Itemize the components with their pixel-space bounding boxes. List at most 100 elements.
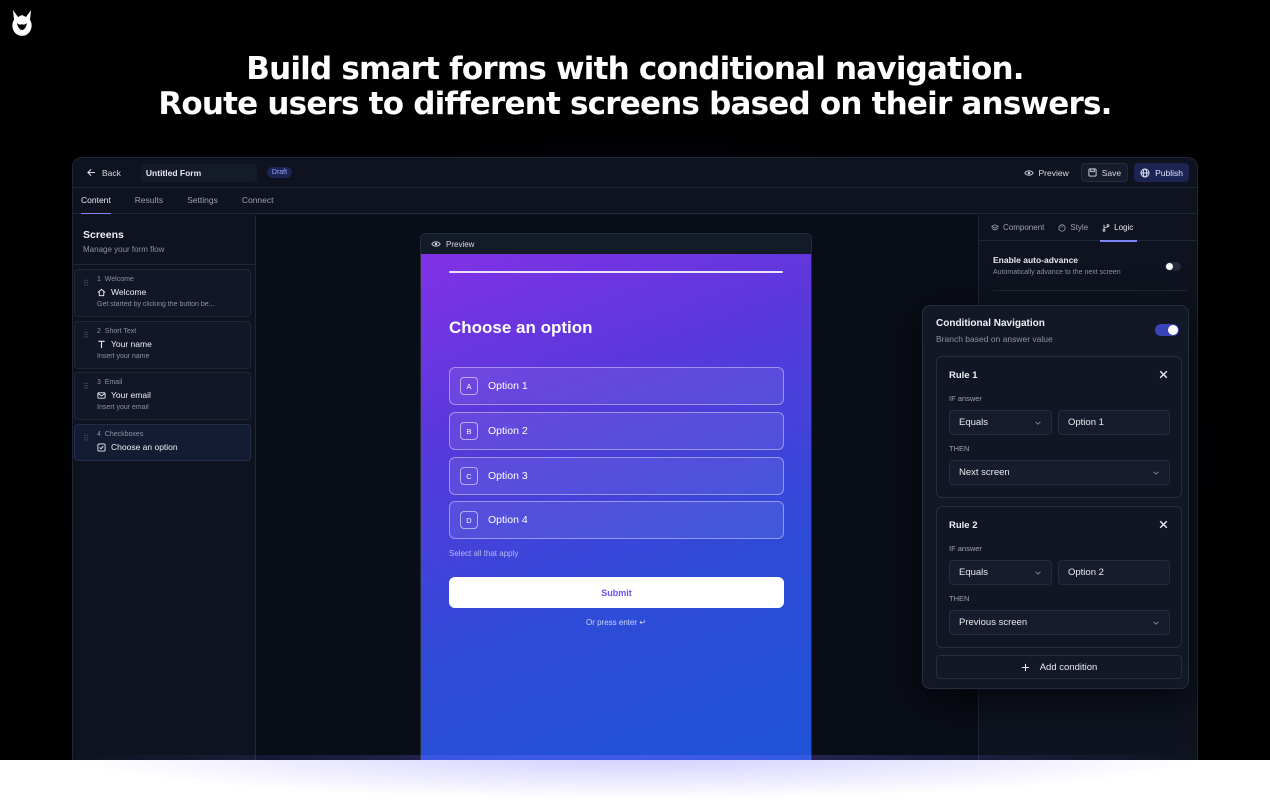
save-button[interactable]: Save [1080,163,1129,182]
press-enter-hint: Or press enter ↵ [585,618,647,627]
screen-description: Insert your name [97,353,150,360]
option-a[interactable]: A Option 1 [449,367,784,405]
rule-card: Rule 1 IF answer Equals Option 1 THEN Ne… [936,356,1182,498]
action-select[interactable]: Previous screen [949,610,1170,635]
publish-button[interactable]: Publish [1134,163,1189,182]
auto-advance-toggle[interactable] [1165,262,1181,271]
action-select[interactable]: Next screen [949,460,1170,485]
auto-advance-subtitle: Automatically advance to the next screen [993,269,1121,276]
tab-results[interactable]: Results [135,195,163,213]
operator-select[interactable]: Equals [949,560,1052,585]
tab-logic[interactable]: Logic [1100,215,1138,242]
chevron-down-icon [1035,571,1041,575]
hero-background: Build smart forms with conditional navig… [0,0,1270,760]
screens-sidebar: Screens Manage your form flow ⠿ 1 Welcom… [73,215,256,760]
value-input[interactable]: Option 1 [1058,410,1170,435]
checkbox-icon [97,442,106,452]
bottom-glow [60,755,1210,800]
screen-item-checkboxes[interactable]: ⠿ 4 Checkboxes Choose an option [74,424,251,461]
add-condition-button[interactable]: Add condition [936,655,1182,679]
tab-settings[interactable]: Settings [187,195,218,213]
globe-icon [1140,168,1150,177]
select-hint: Select all that apply [449,549,519,558]
tab-component[interactable]: Component [991,215,1044,241]
top-actions: Preview Save Publish [1018,163,1189,182]
form-title-input[interactable]: Untitled Form [140,163,257,182]
screen-type: 1 Welcome [97,276,134,283]
screen-description: Get started by clicking the button be... [97,301,215,308]
preview-header: Preview [421,234,811,254]
close-icon[interactable] [1158,519,1169,530]
screen-description: Insert your email [97,404,149,411]
drag-handle-icon[interactable]: ⠿ [83,280,89,288]
screen-type: 3 Email [97,379,123,386]
option-key: D [460,511,478,529]
screen-type: 4 Checkboxes [97,431,144,438]
screen-item-short-text[interactable]: ⠿ 2 Short Text Your name Insert your nam… [74,321,251,369]
submit-button[interactable]: Submit [449,577,784,608]
conditional-title: Conditional Navigation [936,318,1045,329]
conditional-navigation-card: Conditional Navigation Branch based on a… [922,305,1189,689]
status-badge: Draft [266,167,293,178]
option-key: A [460,377,478,395]
option-b[interactable]: B Option 2 [449,412,784,450]
arrow-left-icon [87,168,96,177]
branch-icon [1102,223,1110,232]
screen-item-welcome[interactable]: ⠿ 1 Welcome Welcome Get started by click… [74,269,251,317]
option-label: Option 3 [488,470,528,482]
tab-connect[interactable]: Connect [242,195,274,213]
screen-name: Your name [97,339,242,349]
screens-header: Screens Manage your form flow [73,215,255,265]
headline-line-1: Build smart forms with conditional navig… [246,51,1024,87]
then-label: THEN [949,594,970,603]
option-label: Option 1 [488,380,528,392]
properties-tabs: Component Style Logic [979,215,1197,242]
palette-icon [1058,223,1066,232]
question-title: Choose an option [449,318,593,337]
screen-name: Welcome [97,287,242,297]
value-input[interactable]: Option 2 [1058,560,1170,585]
option-d[interactable]: D Option 4 [449,501,784,539]
fox-logo-icon [12,10,32,36]
rule-title: Rule 1 [949,370,978,381]
publish-label: Publish [1155,167,1183,178]
preview-header-label: Preview [446,239,475,249]
form-preview: Preview Choose an option A Option 1 B Op… [420,233,812,760]
screens-title: Screens [83,229,124,241]
close-icon[interactable] [1158,369,1169,380]
conditional-toggle[interactable] [1155,324,1179,336]
operator-select[interactable]: Equals [949,410,1052,435]
preview-body: Choose an option A Option 1 B Option 2 C… [421,254,811,760]
headline-line-2: Route users to different screens based o… [158,86,1112,122]
if-label: IF answer [949,544,982,553]
top-bar: Back Untitled Form Draft Preview Save Pu… [73,158,1197,188]
drag-handle-icon[interactable]: ⠿ [83,332,89,340]
rule-title: Rule 2 [949,520,978,531]
auto-advance-title: Enable auto-advance [993,255,1079,265]
add-condition-label: Add condition [1039,661,1098,673]
tab-content[interactable]: Content [81,195,111,214]
back-label: Back [102,167,121,178]
screen-item-email[interactable]: ⠿ 3 Email Your email Insert your email [74,372,251,420]
drag-handle-icon[interactable]: ⠿ [83,383,89,391]
hero-headline: Build smart forms with conditional navig… [0,52,1270,122]
screen-type: 2 Short Text [97,328,137,335]
conditional-subtitle: Branch based on answer value [936,334,1053,344]
then-label: THEN [949,444,970,453]
chevron-down-icon [1153,621,1159,625]
save-label: Save [1101,167,1122,178]
if-label: IF answer [949,394,982,403]
mail-icon [97,391,106,399]
tab-style[interactable]: Style [1058,215,1088,241]
option-label: Option 4 [488,514,528,526]
progress-bar [449,271,783,273]
option-label: Option 2 [488,425,528,437]
option-c[interactable]: C Option 3 [449,457,784,495]
layers-icon [991,223,999,230]
back-button[interactable]: Back [81,164,127,182]
preview-label: Preview [1038,167,1069,178]
preview-button[interactable]: Preview [1018,163,1075,182]
save-icon [1088,168,1097,177]
chevron-down-icon [1153,471,1159,475]
drag-handle-icon[interactable]: ⠿ [83,435,89,443]
